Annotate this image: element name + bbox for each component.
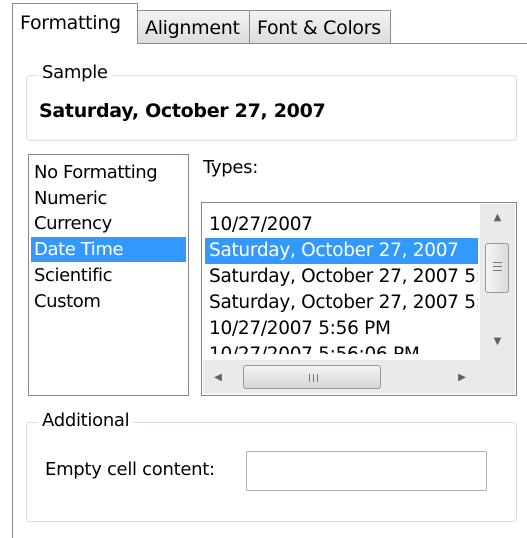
empty-cell-input[interactable] xyxy=(246,451,487,491)
tab-panel-left-border xyxy=(12,43,13,538)
types-list[interactable]: 10/27/2007 Saturday, October 27, 2007 Satu… xyxy=(201,202,517,396)
types-label: Types: xyxy=(203,157,258,178)
type-item[interactable]: 10/27/2007 xyxy=(205,212,478,238)
vertical-scroll-thumb[interactable] xyxy=(485,243,509,293)
tab-alignment[interactable]: Alignment xyxy=(137,10,250,44)
sample-value: Saturday, October 27, 2007 xyxy=(39,100,326,122)
format-item[interactable]: Custom xyxy=(31,289,186,314)
type-item[interactable]: 10/27/2007 5:56 PM xyxy=(205,316,478,342)
vertical-thumb-grip xyxy=(493,270,502,271)
tab-panel-top-border xyxy=(137,43,527,44)
empty-cell-label: Empty cell content: xyxy=(45,459,215,480)
tab-formatting[interactable]: Formatting xyxy=(12,3,138,44)
format-item[interactable]: Numeric xyxy=(31,186,186,211)
horizontal-thumb-grip xyxy=(309,374,310,382)
horizontal-thumb-grip xyxy=(313,374,314,382)
arrow-right-icon: ▶ xyxy=(458,371,466,383)
format-item[interactable]: Scientific xyxy=(31,263,186,288)
type-item[interactable]: Saturday, October 27, 2007 5:56:06 PM xyxy=(205,290,478,316)
format-item[interactable]: Currency xyxy=(31,211,186,236)
horizontal-scroll-thumb[interactable] xyxy=(243,365,381,389)
tab-alignment-label: Alignment xyxy=(145,17,240,39)
format-item[interactable]: No Formatting xyxy=(31,160,186,185)
scroll-down-button[interactable]: ▼ xyxy=(480,328,515,354)
scroll-right-button[interactable]: ▶ xyxy=(449,360,475,394)
type-item[interactable]: Saturday, October 27, 2007 xyxy=(205,238,478,264)
types-horizontal-scrollbar[interactable]: ◀ ▶ xyxy=(203,360,480,394)
type-item[interactable]: Saturday, October 27, 2007 5:56 PM xyxy=(205,264,478,290)
scroll-left-button[interactable]: ◀ xyxy=(205,360,231,394)
type-item[interactable]: 10/27/2007 5:56:06 PM xyxy=(205,342,478,354)
scrollbar-corner xyxy=(480,360,515,394)
arrow-down-icon: ▼ xyxy=(493,335,502,347)
types-vertical-scrollbar[interactable]: ▲ ▼ xyxy=(480,204,515,360)
tab-font-colors-label: Font & Colors xyxy=(257,17,381,39)
vertical-thumb-grip xyxy=(493,266,502,267)
additional-group-title: Additional xyxy=(38,412,134,430)
arrow-up-icon: ▲ xyxy=(493,211,502,223)
scroll-up-button[interactable]: ▲ xyxy=(480,204,515,230)
tab-formatting-label: Formatting xyxy=(20,12,121,34)
sample-group-title: Sample xyxy=(38,64,112,82)
tab-font-colors[interactable]: Font & Colors xyxy=(249,10,391,44)
arrow-left-icon: ◀ xyxy=(214,371,222,383)
vertical-thumb-grip xyxy=(493,262,502,263)
horizontal-thumb-grip xyxy=(317,374,318,382)
format-item[interactable]: Date Time xyxy=(31,237,186,263)
